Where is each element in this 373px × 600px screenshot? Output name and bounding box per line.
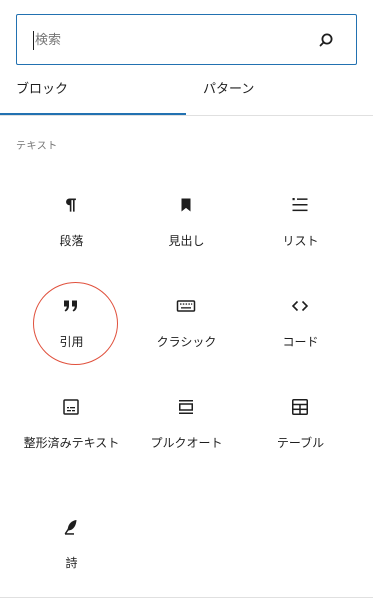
- code-icon: [290, 296, 310, 316]
- inserter-tabs: ブロック パターン: [0, 70, 373, 116]
- heading-bookmark-icon: [176, 195, 196, 215]
- block-inserter-panel: ブロック パターン テキスト 段落 見出し リスト: [0, 0, 373, 600]
- block-item-classic[interactable]: クラシック: [128, 296, 245, 396]
- block-label: 段落: [59, 234, 84, 248]
- quote-icon: [61, 296, 81, 316]
- block-item-preformatted[interactable]: 整形済みテキスト: [13, 397, 130, 497]
- block-item-table[interactable]: テーブル: [242, 397, 359, 497]
- block-label: リスト: [282, 234, 319, 248]
- tab-blocks[interactable]: ブロック: [16, 70, 186, 116]
- preformatted-icon: [61, 397, 81, 417]
- text-caret: [33, 31, 34, 50]
- keyboard-icon: [176, 296, 196, 316]
- verse-feather-icon: [61, 517, 81, 537]
- search-input[interactable]: [35, 28, 305, 52]
- block-label: 整形済みテキスト: [23, 436, 120, 450]
- block-label: コード: [282, 335, 319, 349]
- block-label: 詩: [65, 556, 78, 570]
- block-item-verse[interactable]: 詩: [13, 517, 130, 600]
- block-label: 引用: [59, 335, 84, 349]
- block-item-pullquote[interactable]: プルクオート: [128, 397, 245, 497]
- block-label: クラシック: [156, 335, 217, 349]
- tabs-divider: [0, 115, 373, 116]
- block-item-paragraph[interactable]: 段落: [13, 195, 130, 295]
- block-item-list[interactable]: リスト: [242, 195, 359, 295]
- list-icon: [290, 195, 310, 215]
- block-label: プルクオート: [150, 436, 223, 450]
- tab-patterns[interactable]: パターン: [203, 70, 353, 116]
- block-label: テーブル: [276, 436, 325, 450]
- block-item-heading[interactable]: 見出し: [128, 195, 245, 295]
- block-item-code[interactable]: コード: [242, 296, 359, 396]
- category-heading: テキスト: [16, 141, 58, 152]
- block-item-quote[interactable]: 引用: [13, 296, 130, 396]
- search-box[interactable]: [16, 14, 357, 65]
- search-icon[interactable]: [316, 30, 336, 50]
- pullquote-icon: [176, 397, 196, 417]
- bottom-divider: [0, 597, 373, 598]
- table-icon: [290, 397, 310, 417]
- paragraph-icon: [61, 195, 81, 215]
- block-label: 見出し: [168, 234, 205, 248]
